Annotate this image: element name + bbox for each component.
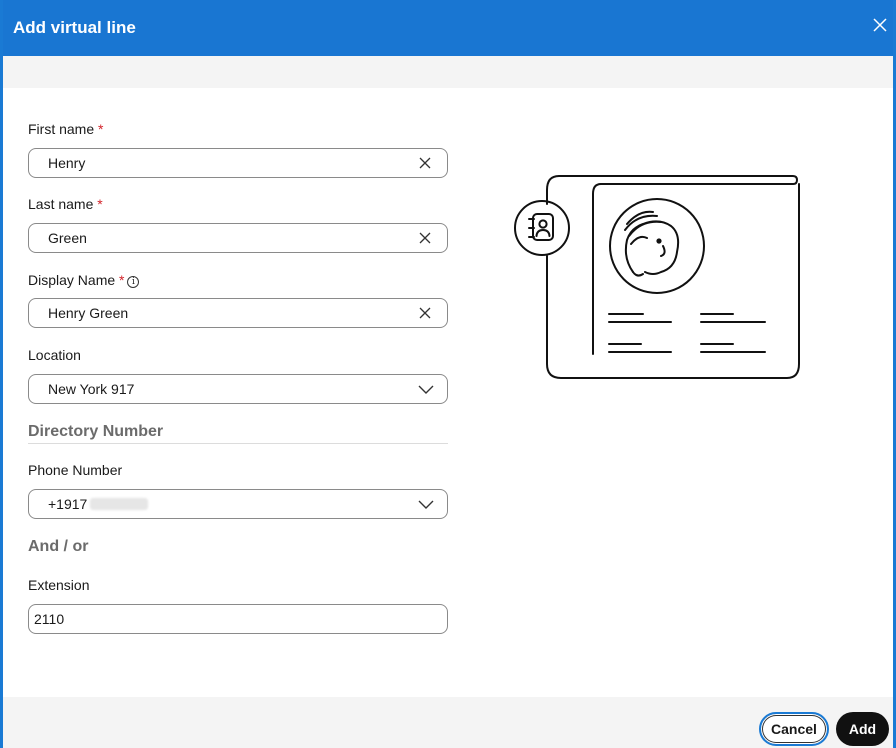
- first-name-field[interactable]: Henry: [28, 148, 448, 178]
- extension-label: Extension: [28, 577, 90, 593]
- clear-display-name-icon[interactable]: [417, 305, 433, 321]
- phone-number-value: +1917: [48, 496, 88, 512]
- dialog-header: Add virtual line: [3, 0, 893, 56]
- extension-field[interactable]: 2110: [28, 604, 448, 634]
- location-select[interactable]: New York 917: [28, 374, 448, 404]
- display-name-field[interactable]: Henry Green: [28, 298, 448, 328]
- last-name-label: Last name *: [28, 196, 103, 212]
- extension-value: 2110: [34, 611, 65, 627]
- header-spacer: [3, 56, 893, 88]
- clear-first-name-icon[interactable]: [417, 155, 433, 171]
- display-name-value: Henry Green: [48, 305, 129, 321]
- first-name-value: Henry: [48, 155, 86, 171]
- first-name-label: First name *: [28, 121, 104, 137]
- add-virtual-line-dialog: Add virtual line First name * Henry Last…: [0, 0, 896, 748]
- close-icon[interactable]: [869, 16, 891, 38]
- required-marker: *: [97, 196, 103, 212]
- cancel-button[interactable]: Cancel: [759, 712, 829, 746]
- directory-number-heading: Directory Number: [28, 423, 164, 440]
- contact-card-illustration: [511, 168, 803, 382]
- chevron-down-icon[interactable]: [417, 498, 435, 510]
- phone-number-select[interactable]: +1917: [28, 489, 448, 519]
- display-name-label: Display Name * i: [28, 272, 140, 288]
- dialog-title: Add virtual line: [13, 18, 136, 37]
- required-marker: *: [119, 272, 125, 288]
- chevron-down-icon[interactable]: [417, 383, 435, 395]
- add-button[interactable]: Add: [836, 712, 889, 746]
- last-name-field[interactable]: Green: [28, 223, 448, 253]
- phone-number-label: Phone Number: [28, 462, 123, 478]
- last-name-value: Green: [48, 230, 87, 246]
- redacted-digits: [90, 498, 149, 510]
- location-value: New York 917: [48, 381, 135, 397]
- location-label: Location: [28, 347, 81, 363]
- clear-last-name-icon[interactable]: [417, 230, 433, 246]
- required-marker: *: [98, 121, 104, 137]
- section-divider: [28, 443, 448, 444]
- info-icon[interactable]: i: [127, 276, 140, 288]
- and-or-label: And / or: [28, 538, 89, 555]
